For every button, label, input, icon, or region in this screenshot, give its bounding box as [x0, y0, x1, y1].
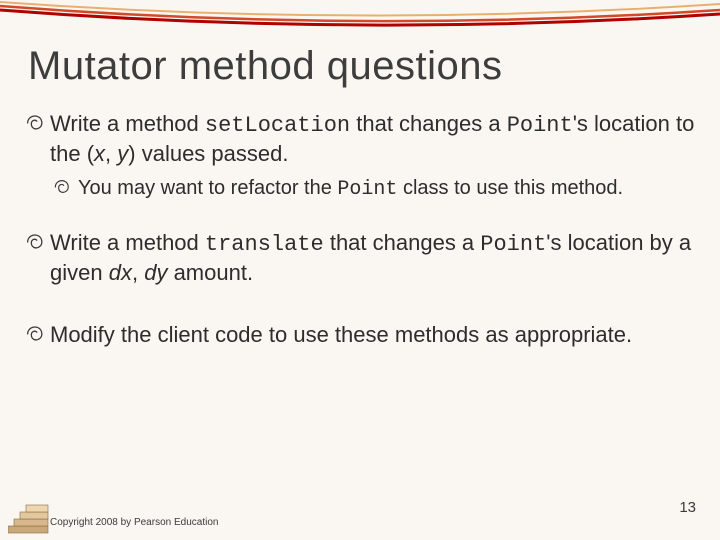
code-setlocation: setLocation: [205, 113, 350, 138]
spacer: [24, 203, 696, 229]
slide: Mutator method questions Write a method …: [0, 0, 720, 540]
text: You may want to refactor the: [78, 177, 337, 199]
code-point: Point: [337, 178, 397, 201]
bullet-translate: Write a method translate that changes a …: [24, 229, 696, 287]
text: that changes a: [324, 230, 481, 255]
bullet-swirl-icon: [24, 231, 46, 253]
text: that changes a: [350, 111, 507, 136]
bullet-swirl-icon: [24, 112, 46, 134]
page-number: 13: [679, 499, 696, 516]
steps-icon: [8, 500, 50, 534]
text: Write a method: [50, 230, 205, 255]
text: ) values passed.: [128, 141, 288, 166]
subbullet-refactor: You may want to refactor the Point class…: [52, 176, 696, 203]
slide-body: Write a method setLocation that changes …: [24, 110, 696, 357]
var-y: y: [117, 141, 128, 166]
text: ,: [105, 141, 117, 166]
bullet-modify-client: Modify the client code to use these meth…: [24, 321, 696, 349]
text: Write a method: [50, 111, 205, 136]
var-dx: dx: [109, 260, 132, 285]
text: ,: [132, 260, 144, 285]
footer-copyright: Copyright 2008 by Pearson Education: [50, 517, 218, 528]
text: amount.: [167, 260, 253, 285]
code-point: Point: [507, 113, 573, 138]
header-curves: [0, 0, 720, 32]
text: class to use this method.: [397, 177, 623, 199]
bullet-setlocation: Write a method setLocation that changes …: [24, 110, 696, 168]
code-point: Point: [480, 232, 546, 257]
bullet-swirl-icon: [24, 323, 46, 345]
spacer: [24, 295, 696, 321]
bullet-swirl-icon: [52, 177, 72, 197]
slide-title: Mutator method questions: [28, 44, 502, 89]
text: Modify the client code to use these meth…: [50, 322, 632, 347]
var-dy: dy: [144, 260, 167, 285]
code-translate: translate: [205, 232, 324, 257]
var-x: x: [94, 141, 105, 166]
